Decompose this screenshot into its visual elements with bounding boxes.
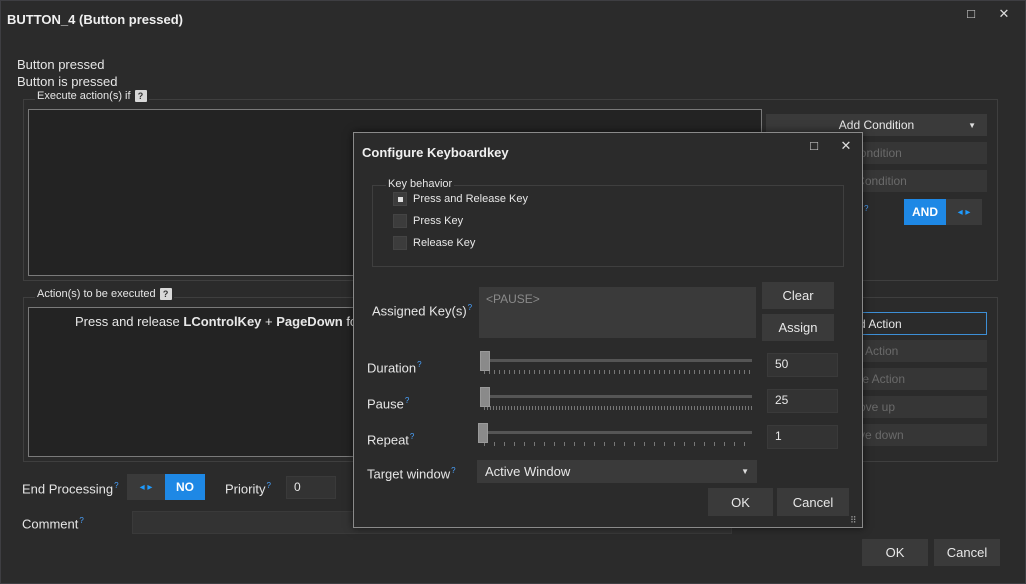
target-window-label: Target window?: [367, 466, 456, 482]
key-behavior-legend: Key behavior: [386, 178, 455, 190]
assigned-keys-label: Assigned Key(s)?: [372, 303, 473, 319]
window-title: BUTTON_4 (Button pressed): [7, 12, 183, 27]
pause-slider[interactable]: [480, 387, 752, 417]
chevron-down-icon: ▼: [968, 120, 976, 130]
pause-label: Pause?: [367, 396, 410, 412]
priority-label: Priority?: [225, 481, 271, 497]
duration-slider[interactable]: [480, 351, 752, 381]
dialog-cancel-button[interactable]: Cancel: [777, 488, 849, 516]
resize-grip-icon[interactable]: ⠿: [850, 515, 857, 526]
close-icon[interactable]: ✕: [994, 6, 1014, 22]
dialog-title: Configure Keyboardkey: [362, 145, 509, 160]
help-icon[interactable]: ?: [159, 288, 172, 300]
conditions-legend-label: Execute action(s) if: [37, 90, 131, 102]
logic-toggle[interactable]: AND ◂ ▸: [904, 199, 982, 225]
duration-label: Duration?: [367, 360, 422, 376]
radio-button[interactable]: [393, 236, 407, 250]
configure-keyboardkey-dialog: Configure Keyboardkey □ ✕ Key behavior P…: [353, 132, 863, 528]
logic-arrows-icon[interactable]: ◂ ▸: [946, 199, 982, 225]
toggle-arrows-icon[interactable]: ◂ ▸: [127, 474, 165, 500]
repeat-label: Repeat?: [367, 432, 415, 448]
clear-button[interactable]: Clear: [762, 282, 834, 309]
conditions-legend: Execute action(s) if ?: [35, 90, 149, 102]
dialog-ok-button[interactable]: OK: [708, 488, 773, 516]
repeat-slider[interactable]: [478, 423, 752, 453]
slider-handle[interactable]: [480, 351, 490, 371]
actions-legend-label: Action(s) to be executed: [37, 288, 156, 300]
target-window-value: Active Window: [485, 464, 571, 479]
dialog-close-icon[interactable]: ✕: [836, 138, 856, 154]
radio-release[interactable]: Release Key: [393, 236, 475, 250]
target-window-select[interactable]: Active Window ▼: [477, 460, 757, 483]
and-button[interactable]: AND: [904, 199, 946, 225]
logic-help-icon: ?: [864, 204, 869, 213]
assign-button[interactable]: Assign: [762, 314, 834, 341]
actions-legend: Action(s) to be executed ?: [35, 288, 174, 300]
radio-button[interactable]: [393, 214, 407, 228]
chevron-down-icon: ▼: [741, 467, 749, 476]
end-processing-label: End Processing?: [22, 481, 119, 497]
cancel-button[interactable]: Cancel: [934, 539, 1000, 566]
end-processing-toggle[interactable]: ◂ ▸ NO: [127, 474, 205, 500]
dialog-maximize-icon[interactable]: □: [804, 138, 824, 153]
add-condition-label: Add Condition: [838, 118, 915, 132]
comment-label: Comment?: [22, 516, 84, 532]
duration-input[interactable]: 50: [767, 353, 838, 377]
help-icon[interactable]: ?: [134, 90, 147, 102]
ok-button[interactable]: OK: [862, 539, 928, 566]
radio-press[interactable]: Press Key: [393, 214, 463, 228]
maximize-icon[interactable]: □: [961, 6, 981, 21]
event-name: Button pressed: [17, 57, 105, 72]
pause-input[interactable]: 25: [767, 389, 838, 413]
repeat-input[interactable]: 1: [767, 425, 838, 449]
assigned-keys-field[interactable]: <PAUSE>: [479, 287, 756, 338]
slider-handle[interactable]: [480, 387, 490, 407]
radio-button[interactable]: [393, 192, 407, 206]
priority-input[interactable]: 0: [286, 476, 336, 499]
slider-handle[interactable]: [478, 423, 488, 443]
radio-press-release[interactable]: Press and Release Key: [393, 192, 528, 206]
add-action-label: d Action: [859, 316, 902, 331]
action-row[interactable]: Press and release LControlKey + PageDown…: [75, 314, 357, 329]
event-description: Button is pressed: [17, 74, 118, 89]
end-processing-value[interactable]: NO: [165, 474, 205, 500]
